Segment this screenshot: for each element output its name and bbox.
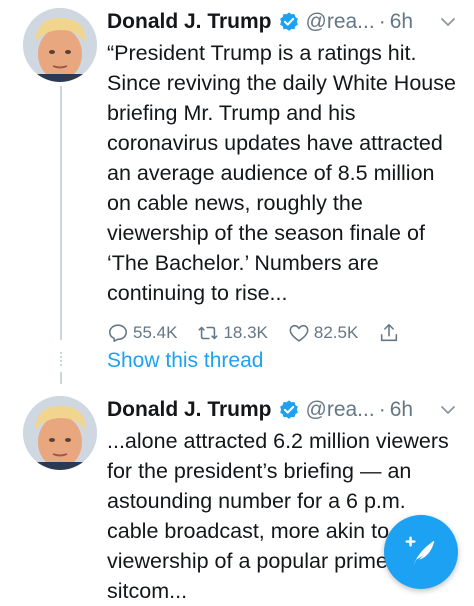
avatar-portrait-icon: [23, 396, 97, 470]
compose-tweet-icon: [405, 536, 435, 566]
author-name[interactable]: Donald J. Trump: [107, 10, 272, 34]
avatar[interactable]: [23, 8, 97, 82]
tweet-header: Donald J. Trump @rea... · 6h: [107, 6, 462, 38]
timestamp[interactable]: 6h: [390, 398, 413, 422]
separator-dot: ·: [378, 398, 386, 421]
separator-dot: ·: [378, 10, 386, 33]
timestamp[interactable]: 6h: [390, 10, 413, 34]
thread-line: [60, 372, 62, 384]
like-button[interactable]: 82.5K: [288, 322, 358, 344]
like-icon: [289, 324, 309, 342]
reply-button[interactable]: 55.4K: [107, 322, 177, 344]
like-count: 82.5K: [313, 323, 359, 342]
tweet-header: Donald J. Trump @rea... · 6h: [107, 394, 462, 426]
retweet-button[interactable]: 18.3K: [197, 322, 268, 344]
verified-badge-icon: [279, 12, 298, 31]
compose-tweet-button[interactable]: [384, 515, 458, 589]
retweet-icon: [198, 326, 218, 340]
reply-count: 55.4K: [133, 323, 178, 342]
author-handle[interactable]: @rea...: [306, 398, 375, 422]
thread-line: [60, 86, 62, 340]
share-icon: [381, 323, 398, 342]
tweet-text: “President Trump is a ratings hit. Since…: [107, 41, 456, 305]
action-bar: 55.4K 18.3K 82.5K: [107, 322, 462, 344]
caret-down-icon[interactable]: [440, 404, 456, 416]
caret-down-icon[interactable]: [440, 16, 456, 28]
share-button[interactable]: [378, 322, 404, 344]
author-name[interactable]: Donald J. Trump: [107, 398, 272, 422]
author-handle[interactable]: @rea...: [306, 10, 375, 34]
retweet-count: 18.3K: [223, 323, 268, 342]
verified-badge-icon: [279, 400, 298, 419]
thread-line-dotted: [60, 352, 62, 366]
show-thread-link[interactable]: Show this thread: [107, 349, 263, 373]
avatar[interactable]: [23, 396, 97, 470]
tweet-body: Donald J. Trump @rea... · 6h “President …: [107, 6, 462, 344]
avatar-portrait-icon: [23, 8, 97, 82]
tweet-1[interactable]: Donald J. Trump @rea... · 6h “President …: [0, 0, 474, 388]
reply-icon: [108, 324, 128, 343]
